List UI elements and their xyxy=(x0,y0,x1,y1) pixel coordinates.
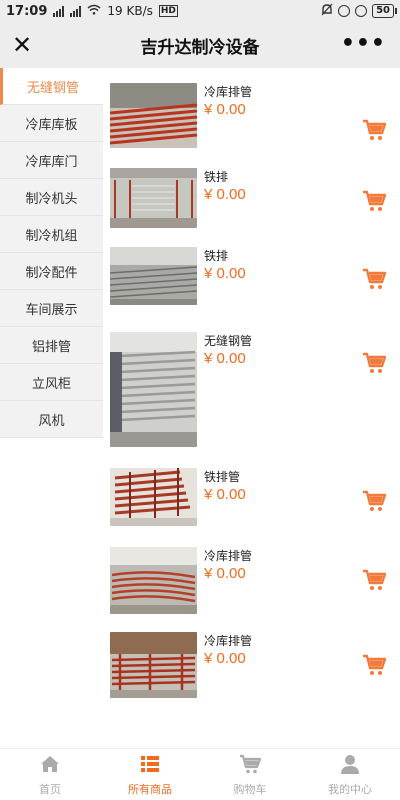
product-item[interactable]: 铁排管 ¥ 0.00 xyxy=(104,468,400,538)
product-image[interactable] xyxy=(110,632,197,698)
product-image[interactable] xyxy=(110,332,197,447)
close-icon[interactable]: ✕ xyxy=(10,31,34,59)
signal-icon xyxy=(53,5,65,17)
product-name: 冷库排管 xyxy=(204,85,253,99)
product-price: ¥ 0.00 xyxy=(204,186,246,203)
product-item[interactable]: 铁排 ¥ 0.00 xyxy=(104,247,400,317)
list-icon xyxy=(139,753,161,778)
product-image[interactable] xyxy=(110,168,197,228)
product-item[interactable]: 冷库排管 ¥ 0.00 xyxy=(104,547,400,617)
product-list: 冷库排管 ¥ 0.00 铁排 ¥ 0.00 铁排 ¥ 0.00 无缝钢管 ¥ 0… xyxy=(104,68,400,748)
tab-my-center[interactable]: 我的中心 xyxy=(300,749,400,800)
product-name: 冷库排管 xyxy=(204,549,253,563)
product-price: ¥ 0.00 xyxy=(204,101,246,118)
product-item[interactable]: 铁排 ¥ 0.00 xyxy=(104,168,400,238)
product-name: 冷库排管 xyxy=(204,634,253,648)
home-icon xyxy=(39,753,61,778)
add-to-cart-icon[interactable] xyxy=(362,119,387,141)
sidebar-item-aluminum-coil[interactable]: 铝排管 xyxy=(0,327,103,364)
product-name: 无缝钢管 xyxy=(204,334,253,348)
add-to-cart-icon[interactable] xyxy=(362,268,387,290)
hd-icon: HD xyxy=(158,5,178,17)
product-name: 铁排 xyxy=(204,249,229,263)
bell-icon xyxy=(321,3,333,19)
product-item[interactable]: 无缝钢管 ¥ 0.00 xyxy=(104,332,400,452)
product-price: ¥ 0.00 xyxy=(204,650,246,667)
add-to-cart-icon[interactable] xyxy=(362,569,387,591)
cart-icon xyxy=(239,753,262,778)
status-time: 17:09 xyxy=(6,3,48,19)
sidebar-item-seamless-pipe[interactable]: 无缝钢管 xyxy=(0,68,103,105)
product-price: ¥ 0.00 xyxy=(204,486,246,503)
tab-home[interactable]: 首页 xyxy=(0,749,100,800)
sidebar-item-refrigeration-unit[interactable]: 制冷机组 xyxy=(0,216,103,253)
wifi-icon xyxy=(87,4,101,18)
product-price: ¥ 0.00 xyxy=(204,565,246,582)
more-icon[interactable]: ••• xyxy=(341,33,386,55)
add-to-cart-icon[interactable] xyxy=(362,490,387,512)
product-price: ¥ 0.00 xyxy=(204,265,246,282)
tab-label: 首页 xyxy=(39,782,61,796)
status-right: 50 xyxy=(321,3,397,19)
app-header: ✕ 吉升达制冷设备 ••• xyxy=(0,22,400,68)
tab-cart[interactable]: 购物车 xyxy=(200,749,300,800)
sidebar-item-accessories[interactable]: 制冷配件 xyxy=(0,253,103,290)
product-image[interactable] xyxy=(110,547,197,614)
sidebar-item-air-cabinet[interactable]: 立风柜 xyxy=(0,364,103,401)
product-image[interactable] xyxy=(110,83,197,148)
bottom-tab-bar: 首页 所有商品 购物车 我的中心 xyxy=(0,748,400,800)
sidebar-item-compressor[interactable]: 制冷机头 xyxy=(0,179,103,216)
tab-label: 我的中心 xyxy=(328,782,372,796)
product-name: 铁排 xyxy=(204,170,229,184)
product-item[interactable]: 冷库排管 ¥ 0.00 xyxy=(104,632,400,702)
add-to-cart-icon[interactable] xyxy=(362,352,387,374)
add-to-cart-icon[interactable] xyxy=(362,654,387,676)
at-icon xyxy=(338,5,351,17)
user-icon xyxy=(339,753,361,778)
status-left: 17:09 19 KB/s HD xyxy=(6,4,178,19)
sidebar-item-cold-panel[interactable]: 冷库库板 xyxy=(0,105,103,142)
product-item[interactable]: 冷库排管 ¥ 0.00 xyxy=(104,83,400,153)
tab-all-products[interactable]: 所有商品 xyxy=(100,749,200,800)
alarm-icon xyxy=(355,5,368,17)
sidebar-item-fan[interactable]: 风机 xyxy=(0,401,103,438)
sidebar-item-workshop[interactable]: 车间展示 xyxy=(0,290,103,327)
product-image[interactable] xyxy=(110,468,197,526)
tab-label: 购物车 xyxy=(233,782,267,796)
sidebar-item-cold-door[interactable]: 冷库库门 xyxy=(0,142,103,179)
tab-label: 所有商品 xyxy=(128,782,172,796)
signal-2-icon xyxy=(70,5,82,17)
add-to-cart-icon[interactable] xyxy=(362,190,387,212)
product-name: 铁排管 xyxy=(204,470,241,484)
status-bar: 17:09 19 KB/s HD 50 xyxy=(0,0,400,22)
product-price: ¥ 0.00 xyxy=(204,350,246,367)
battery-icon: 50 xyxy=(372,4,397,18)
product-image[interactable] xyxy=(110,247,197,305)
category-sidebar: 无缝钢管 冷库库板 冷库库门 制冷机头 制冷机组 制冷配件 车间展示 铝排管 立… xyxy=(0,68,103,438)
page-title: 吉升达制冷设备 xyxy=(140,37,260,58)
network-speed: 19 KB/s xyxy=(107,4,153,18)
